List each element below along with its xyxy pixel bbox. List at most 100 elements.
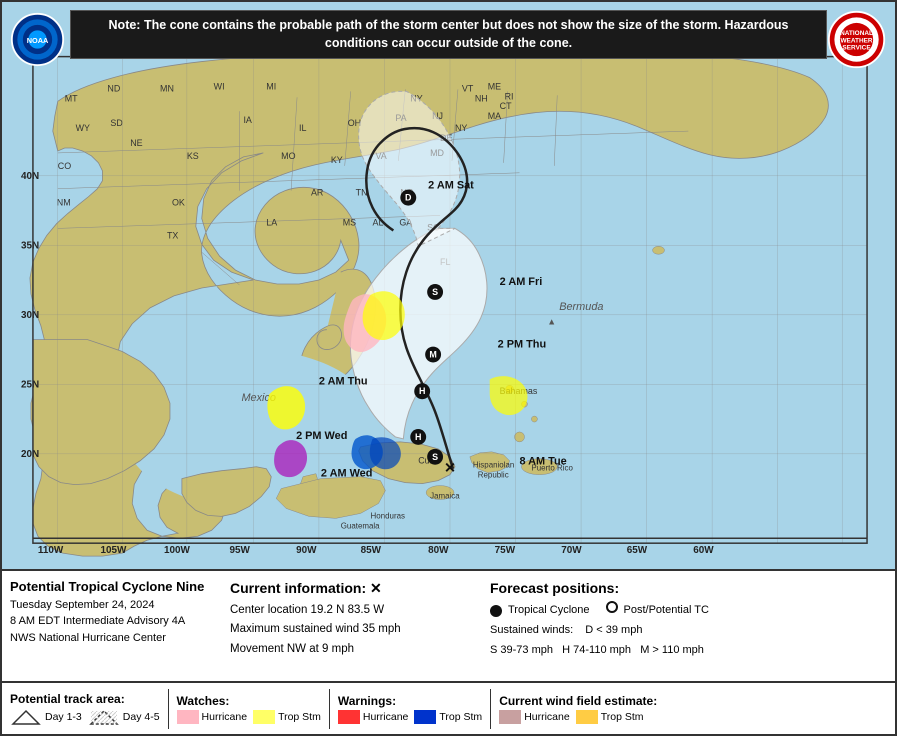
svg-text:TX: TX: [167, 230, 178, 240]
svg-text:H: H: [415, 432, 421, 442]
legend-warning-items: Hurricane Trop Stm: [338, 710, 482, 724]
legend-watch-hurricane: Hurricane: [177, 710, 248, 724]
svg-text:CT: CT: [500, 101, 512, 111]
movement: Movement NW at 9 mph: [230, 640, 470, 660]
wind-hurricane-swatch: [499, 710, 521, 724]
legend-wind-hurricane: Hurricane: [499, 710, 570, 724]
cone-day4-5-icon: [88, 708, 120, 726]
svg-text:ME: ME: [488, 81, 501, 91]
svg-text:110W: 110W: [38, 545, 64, 556]
max-wind: Maximum sustained wind 35 mph: [230, 620, 470, 640]
svg-text:NE: NE: [130, 138, 142, 148]
svg-text:MN: MN: [160, 83, 174, 93]
svg-text:2 AM Sat: 2 AM Sat: [428, 180, 474, 192]
forecast-row-winds2: S 39-73 mph H 74-110 mph M > 110 mph: [490, 642, 887, 660]
svg-text:WI: WI: [214, 81, 225, 91]
wind-d-label: D < 39 mph: [585, 622, 642, 640]
warn-hurricane-swatch: [338, 710, 360, 724]
forecast-row-winds: Sustained winds: D < 39 mph: [490, 622, 887, 640]
svg-text:ND: ND: [107, 83, 120, 93]
svg-text:20N: 20N: [21, 449, 39, 460]
legend-day4-5: Day 4-5: [88, 708, 160, 726]
svg-text:Jamaica: Jamaica: [430, 491, 460, 500]
map-svg: WY NE MT CO NM ND SD MN KS OK TX WI MI I…: [2, 2, 895, 569]
nws-logo: NATIONAL WEATHER SERVICE: [827, 10, 887, 70]
legend-warnings-section: Warnings: Hurricane Trop Stm: [338, 694, 482, 724]
tc-label: Tropical Cyclone: [508, 602, 590, 620]
svg-text:CO: CO: [58, 161, 71, 171]
empty-dot-icon-wrapper: [606, 601, 618, 620]
legend-watch-trop-stm: Trop Stm: [253, 710, 321, 724]
svg-text:OH: OH: [348, 118, 361, 128]
svg-text:IL: IL: [299, 123, 306, 133]
warn-hurricane-label: Hurricane: [363, 711, 409, 723]
svg-text:VT: VT: [462, 83, 474, 93]
cone-day1-3-icon: [10, 708, 42, 726]
wind-hurricane-label: Hurricane: [524, 711, 570, 723]
noaa-logo: NOAA: [10, 12, 65, 67]
wind-categories-label: S 39-73 mph H 74-110 mph M > 110 mph: [490, 644, 704, 656]
svg-text:40N: 40N: [21, 171, 39, 182]
current-title: Current information: ✕: [230, 577, 470, 601]
legend-wind-trop-stm: Trop Stm: [576, 710, 644, 724]
svg-text:70W: 70W: [561, 545, 582, 556]
post-tc-label: Post/Potential TC: [624, 602, 709, 620]
warn-trop-stm-swatch: [414, 710, 436, 724]
legend-watch-items: Hurricane Trop Stm: [177, 710, 321, 724]
svg-text:25N: 25N: [21, 379, 39, 390]
svg-text:▲: ▲: [547, 317, 556, 327]
svg-text:NATIONAL: NATIONAL: [840, 30, 873, 37]
svg-text:Honduras: Honduras: [371, 511, 405, 520]
legend-watches-section: Watches: Hurricane Trop Stm: [177, 694, 321, 724]
wind-trop-stm-label: Trop Stm: [601, 711, 644, 723]
legend-wind-title: Current wind field estimate:: [499, 694, 657, 708]
legend-wind-section: Current wind field estimate: Hurricane T…: [499, 694, 657, 724]
svg-text:KS: KS: [187, 151, 199, 161]
svg-text:MT: MT: [65, 93, 78, 103]
map-area: WY NE MT CO NM ND SD MN KS OK TX WI MI I…: [2, 2, 895, 569]
warn-trop-stm-label: Trop Stm: [439, 711, 482, 723]
legend-wind-items: Hurricane Trop Stm: [499, 710, 657, 724]
legend-day1-3: Day 1-3: [10, 708, 82, 726]
legend-watches-title: Watches:: [177, 694, 321, 708]
sustained-winds-label: Sustained winds:: [490, 622, 579, 640]
svg-text:2 AM Wed: 2 AM Wed: [321, 468, 373, 480]
svg-text:LA: LA: [266, 217, 277, 227]
forecast-title: Forecast positions:: [490, 577, 887, 599]
svg-text:AR: AR: [311, 188, 324, 198]
main-container: WY NE MT CO NM ND SD MN KS OK TX WI MI I…: [0, 0, 897, 736]
svg-text:SERVICE: SERVICE: [842, 45, 871, 52]
divider-3: [490, 689, 491, 729]
svg-text:MS: MS: [343, 217, 356, 227]
info-col-current: Current information: ✕ Center location 1…: [230, 577, 470, 675]
legend-warn-hurricane: Hurricane: [338, 710, 409, 724]
legend-track-section: Potential track area: Day 1-3: [10, 692, 160, 726]
day4-5-label: Day 4-5: [123, 711, 160, 723]
filled-dot-icon: [490, 605, 502, 617]
svg-text:MI: MI: [266, 81, 276, 91]
svg-text:NOAA: NOAA: [27, 36, 49, 45]
day1-3-label: Day 1-3: [45, 711, 82, 723]
legend-track-title: Potential track area:: [10, 692, 160, 706]
legend-track-items: Day 1-3 Day 4-5: [10, 708, 160, 726]
note-banner: Note: The cone contains the probable pat…: [70, 10, 827, 59]
svg-text:NH: NH: [475, 93, 488, 103]
svg-text:MO: MO: [281, 151, 295, 161]
divider-2: [329, 689, 330, 729]
storm-source: NWS National Hurricane Center: [10, 630, 210, 647]
svg-text:RI: RI: [505, 91, 514, 101]
svg-text:OK: OK: [172, 198, 185, 208]
svg-text:✕: ✕: [444, 460, 456, 476]
svg-text:75W: 75W: [495, 545, 516, 556]
svg-text:WEATHER: WEATHER: [840, 37, 872, 44]
svg-text:2 PM Wed: 2 PM Wed: [296, 430, 347, 442]
land-masses: WY NE MT CO NM ND SD MN KS OK TX WI MI I…: [21, 48, 867, 563]
svg-text:65W: 65W: [627, 545, 648, 556]
watch-trop-stm-label: Trop Stm: [278, 711, 321, 723]
legend-warnings-title: Warnings:: [338, 694, 482, 708]
svg-text:Hispaniolan: Hispaniolan: [473, 461, 514, 470]
svg-text:WY: WY: [76, 123, 90, 133]
svg-text:95W: 95W: [230, 545, 251, 556]
svg-text:90W: 90W: [296, 545, 317, 556]
svg-text:S: S: [432, 287, 438, 297]
